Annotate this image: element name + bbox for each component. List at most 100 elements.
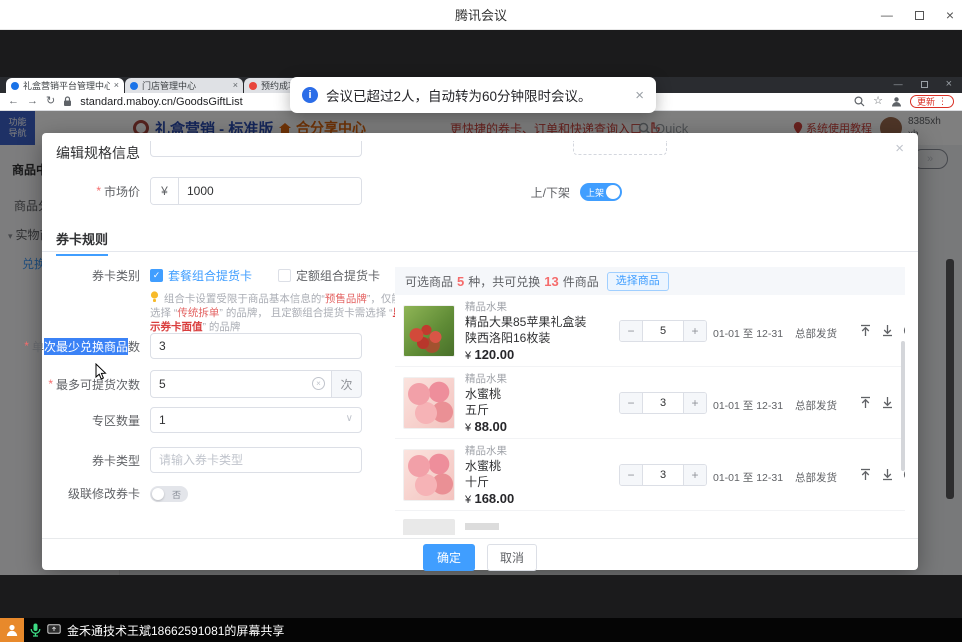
product-category: 精品水果 (465, 372, 615, 386)
info-icon: i (302, 87, 318, 103)
microphone-icon (30, 623, 41, 637)
delivery-source: 总部发货 (795, 470, 837, 485)
move-to-bottom-icon[interactable] (881, 396, 894, 409)
sharer-avatar-icon (0, 618, 24, 642)
bookmark-star-icon[interactable]: ☆ (873, 96, 883, 107)
tab-label: 门店管理中心 (142, 79, 229, 92)
valid-date-range: 01-01 至 12-31 (713, 398, 783, 413)
clear-icon[interactable]: × (312, 377, 325, 390)
shelf-toggle[interactable]: 上架 (580, 183, 622, 201)
upload-area[interactable] (573, 141, 667, 155)
product-spec: 十斤 (465, 474, 615, 490)
market-price-label: *市场价 (42, 183, 140, 200)
dialog-close-icon[interactable]: × (895, 141, 904, 156)
ssl-lock-icon (63, 96, 72, 107)
max-pick-field[interactable]: 5 × 次 (150, 370, 362, 398)
meeting-window: 腾讯会议 — × 礼盒营销平台管理中心 × 门店管理中心 × (0, 0, 962, 642)
browser-tab-gift-admin[interactable]: 礼盒营销平台管理中心 × (6, 78, 124, 93)
card-type-input[interactable] (150, 447, 362, 473)
exchangeable-count: 13 (544, 274, 558, 289)
search-icon[interactable] (854, 96, 865, 107)
stepper-plus-button[interactable]: + (684, 321, 706, 341)
browser-tab-store-admin[interactable]: 门店管理中心 × (125, 78, 243, 93)
move-to-top-icon[interactable] (859, 468, 872, 481)
quantity-stepper[interactable]: − 3 + (619, 464, 707, 486)
confirm-button[interactable]: 确定 (423, 544, 475, 571)
product-category: 精品水果 (465, 444, 615, 458)
move-to-top-icon[interactable] (859, 324, 872, 337)
quantity-stepper[interactable]: − 5 + (619, 320, 707, 342)
cancel-button[interactable]: 取消 (487, 544, 537, 571)
chrome-update-button[interactable]: 更新 ⋮ (910, 95, 954, 108)
max-pick-label: *最多可提货次数 (42, 376, 140, 393)
product-category: 精品水果 (465, 300, 615, 314)
stepper-value[interactable]: 5 (642, 321, 684, 341)
description-textarea[interactable] (150, 141, 362, 157)
tab-favicon-icon (11, 82, 19, 90)
move-to-top-icon[interactable] (859, 396, 872, 409)
toggle-off-label: 否 (172, 488, 181, 501)
edit-spec-dialog: 编辑规格信息 × *市场价 ¥ 上/下架 (42, 133, 918, 570)
profile-icon[interactable] (891, 96, 902, 107)
quantity-stepper[interactable]: − 3 + (619, 392, 707, 414)
chevron-down-icon: ∨ (346, 413, 353, 424)
stepper-minus-button[interactable]: − (620, 393, 642, 413)
tab-close-icon[interactable]: × (233, 81, 238, 90)
tab-close-icon[interactable]: × (114, 81, 119, 90)
stepper-value[interactable]: 3 (642, 465, 684, 485)
browser-maximize-icon[interactable] (921, 81, 928, 88)
minimize-button[interactable]: — (881, 9, 893, 21)
toggle-knob (606, 185, 620, 199)
stepper-plus-button[interactable]: + (684, 465, 706, 485)
browser-close-icon[interactable]: × (946, 79, 952, 90)
selectable-count: 5 (457, 274, 464, 289)
list-scrollbar[interactable] (901, 341, 905, 471)
window-title: 腾讯会议 (455, 5, 507, 24)
checkbox-package-card[interactable]: ✓ 套餐组合提货卡 (150, 267, 252, 284)
update-label: 更新 (917, 95, 935, 108)
select-goods-button[interactable]: 选择商品 (607, 272, 669, 291)
maximize-button[interactable] (915, 11, 924, 20)
move-to-bottom-icon[interactable] (881, 324, 894, 337)
back-icon[interactable]: ← (8, 96, 19, 107)
currency-prefix: ¥ (151, 178, 179, 204)
min-exchange-input[interactable] (150, 333, 362, 359)
stepper-minus-button[interactable]: − (620, 321, 642, 341)
product-row: 精品水果 水蜜桃 五斤 ¥ 88.00 − 3 + (395, 367, 905, 439)
browser-minimize-icon[interactable]: — (894, 80, 903, 89)
product-spec: 五斤 (465, 402, 615, 418)
delivery-source: 总部发货 (795, 398, 837, 413)
toast-message: 会议已超过2人，自动转为60分钟限时会议。 (326, 85, 592, 105)
window-titlebar: 腾讯会议 — × (0, 0, 962, 30)
clock-icon[interactable] (903, 324, 905, 337)
tab-favicon-icon (130, 82, 138, 90)
market-price-field[interactable]: ¥ (150, 177, 362, 205)
mouse-cursor (95, 363, 107, 386)
product-row-partial (395, 511, 905, 535)
page-viewport: 功能 导航 礼盒营销 - 标准版 合分享中心 更快捷的券卡、订单和快递查 (0, 111, 962, 575)
forward-icon[interactable]: → (27, 96, 38, 107)
zone-count-select[interactable]: 1 ∨ (150, 407, 362, 433)
product-row: 精品水果 水蜜桃 十斤 ¥ 168.00 − 3 + (395, 439, 905, 511)
zone-count-value: 1 (151, 413, 166, 427)
move-to-bottom-icon[interactable] (881, 468, 894, 481)
checkbox-fixed-amount-card[interactable]: 定额组合提货卡 (278, 267, 380, 284)
delivery-source: 总部发货 (795, 326, 837, 341)
market-price-input[interactable] (179, 178, 361, 204)
cascade-toggle[interactable]: 否 (150, 486, 188, 502)
stepper-value[interactable]: 3 (642, 393, 684, 413)
reload-icon[interactable]: ↻ (46, 96, 55, 107)
product-name: 水蜜桃 (465, 458, 615, 474)
checkbox-label: 定额组合提货卡 (296, 267, 380, 284)
product-category (465, 523, 499, 530)
product-row: 精品水果 精品大果85苹果礼盒装 陕西洛阳16枚装 ¥ 120.00 − 5 + (395, 295, 905, 367)
screen-share-icon (47, 624, 61, 636)
card-category-label: 券卡类别 (42, 267, 140, 284)
close-button[interactable]: × (946, 8, 954, 22)
stepper-minus-button[interactable]: − (620, 465, 642, 485)
url-bar[interactable]: standard.maboy.cn/GoodsGiftList (80, 96, 242, 108)
toast-close-icon[interactable]: × (635, 87, 644, 104)
product-price: ¥ 88.00 (465, 418, 615, 437)
cascade-label: 级联修改券卡 (42, 485, 140, 502)
stepper-plus-button[interactable]: + (684, 393, 706, 413)
